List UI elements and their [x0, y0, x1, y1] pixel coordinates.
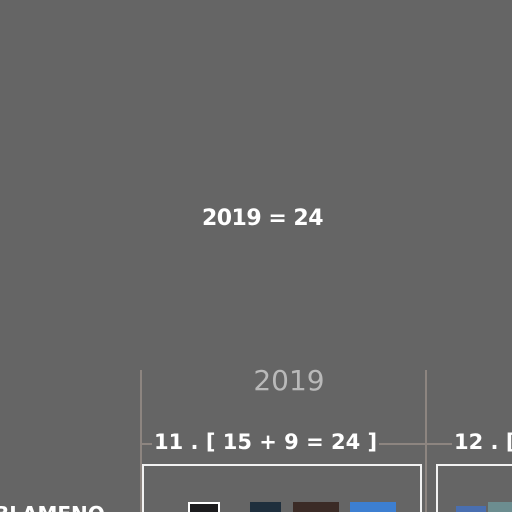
year-summary-label: 2019 = 24: [201, 206, 324, 231]
year-heading: 2019: [253, 364, 325, 397]
night-photo-thumbnail[interactable]: [250, 502, 281, 512]
month-group-title[interactable]: 11 . [ 15 + 9 = 24 ]: [152, 430, 380, 454]
month-group-box[interactable]: [142, 464, 422, 512]
partial-side-label: BLAMENO: [0, 502, 105, 512]
teal-photo-thumbnail[interactable]: [488, 502, 512, 512]
sky-photo-thumbnail[interactable]: [456, 506, 486, 512]
timeline-canvas: 2019 = 24 2019 11 . [ 15 + 9 = 24 ] 12 .…: [0, 0, 512, 512]
dark-photo-thumbnail[interactable]: [188, 502, 220, 512]
blue-photo-thumbnail[interactable]: [350, 502, 396, 512]
month-group-title-next[interactable]: 12 . [: [452, 430, 512, 454]
month-group-box-next[interactable]: [436, 464, 512, 512]
brown-photo-thumbnail[interactable]: [293, 502, 339, 512]
